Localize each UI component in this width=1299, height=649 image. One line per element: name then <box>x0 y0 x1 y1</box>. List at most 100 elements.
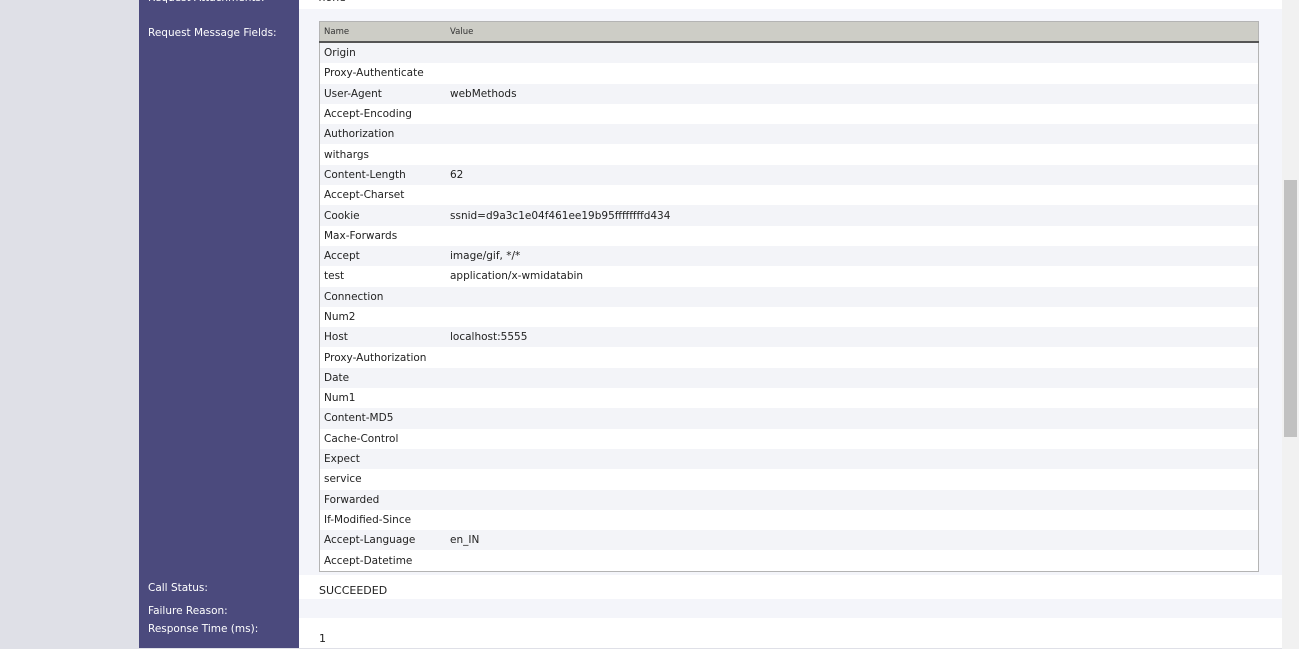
field-name-cell: Forwarded <box>319 489 446 510</box>
field-name-cell: Cookie <box>319 205 446 226</box>
field-name-cell: User-Agent <box>319 83 446 104</box>
field-name-cell: Content-MD5 <box>319 408 446 429</box>
response-time-value: 1 <box>299 617 1282 648</box>
field-name-cell: Connection <box>319 286 446 307</box>
field-value-cell: localhost:5555 <box>446 327 1259 348</box>
field-value-cell <box>446 42 1259 64</box>
table-row: Date <box>319 367 1259 389</box>
field-name-cell: Accept-Charset <box>319 185 446 206</box>
table-row: test application/x-wmidatabin <box>319 266 1259 287</box>
vertical-scrollbar[interactable] <box>1282 0 1299 649</box>
table-row: Authorization <box>319 124 1259 145</box>
column-header-name: Name <box>319 21 446 43</box>
field-value-cell <box>446 448 1259 470</box>
field-name-cell: Max-Forwards <box>319 225 446 246</box>
request-fields-table: Name Value Origin Proxy-Authenticate User-… <box>319 21 1259 572</box>
table-row: Accept-Language en_IN <box>319 530 1259 551</box>
request-message-fields-row: Request Message Fields: Name Value Origi… <box>139 9 1282 575</box>
table-row: Max-Forwards <box>319 225 1259 246</box>
table-row: Origin <box>319 42 1259 64</box>
field-value-cell: image/gif, */* <box>446 245 1259 267</box>
field-value-cell <box>446 509 1259 531</box>
details-panel: Request Attachments: none Request Messag… <box>139 0 1282 648</box>
table-row: Proxy-Authenticate <box>319 63 1259 84</box>
field-value-cell <box>446 489 1259 510</box>
failure-reason-row: Failure Reason: <box>139 598 1282 618</box>
field-name-cell: Accept-Datetime <box>319 550 446 572</box>
field-name-cell: Date <box>319 367 446 389</box>
field-name-cell: Num1 <box>319 388 446 409</box>
table-row: withargs <box>319 144 1259 165</box>
field-value-cell <box>446 124 1259 145</box>
table-row: Accept-Encoding <box>319 103 1259 125</box>
request-fields-body: Origin Proxy-Authenticate User-Agent webMet… <box>319 42 1259 572</box>
field-value-cell: 62 <box>446 164 1259 186</box>
field-value-cell <box>446 428 1259 449</box>
failure-reason-label: Failure Reason: <box>139 598 299 618</box>
call-status-row: Call Status: SUCCEEDED <box>139 574 1282 599</box>
table-row: Connection <box>319 286 1259 307</box>
response-time-label: Response Time (ms): <box>139 617 299 648</box>
call-status-value: SUCCEEDED <box>299 574 1282 599</box>
table-row: Content-Length 62 <box>319 164 1259 186</box>
field-value-cell <box>446 286 1259 307</box>
scrollbar-thumb[interactable] <box>1284 180 1297 437</box>
table-row: Expect <box>319 448 1259 470</box>
field-name-cell: Host <box>319 327 446 348</box>
field-name-cell: If-Modified-Since <box>319 509 446 531</box>
request-attachments-row: Request Attachments: none <box>139 0 1282 9</box>
field-value-cell: en_IN <box>446 530 1259 551</box>
field-name-cell: Content-Length <box>319 164 446 186</box>
field-name-cell: Accept-Encoding <box>319 103 446 125</box>
field-name-cell: Authorization <box>319 124 446 145</box>
table-row: Cache-Control <box>319 428 1259 449</box>
table-row: Cookie ssnid=d9a3c1e04f461ee19b95ffffffff… <box>319 205 1259 226</box>
field-value-cell <box>446 63 1259 84</box>
table-row: Proxy-Authorization <box>319 347 1259 368</box>
field-name-cell: Proxy-Authenticate <box>319 63 446 84</box>
field-value-cell <box>446 469 1259 490</box>
request-attachments-label: Request Attachments: <box>139 0 299 9</box>
field-name-cell: withargs <box>319 144 446 165</box>
table-row: Num1 <box>319 388 1259 409</box>
response-time-row: Response Time (ms): 1 <box>139 617 1282 648</box>
field-value-cell <box>446 144 1259 165</box>
field-value-cell: application/x-wmidatabin <box>446 266 1259 287</box>
page: Request Attachments: none Request Messag… <box>0 0 1299 649</box>
field-name-cell: Origin <box>319 42 446 64</box>
table-row: If-Modified-Since <box>319 509 1259 531</box>
table-header-row: Name Value <box>319 21 1259 43</box>
table-row: Num2 <box>319 306 1259 328</box>
table-row: Accept-Datetime <box>319 550 1259 572</box>
table-row: User-Agent webMethods <box>319 83 1259 104</box>
field-name-cell: service <box>319 469 446 490</box>
field-value-cell <box>446 388 1259 409</box>
field-name-cell: test <box>319 266 446 287</box>
table-row: Forwarded <box>319 489 1259 510</box>
field-name-cell: Proxy-Authorization <box>319 347 446 368</box>
column-header-value: Value <box>446 21 1259 43</box>
field-value-cell <box>446 347 1259 368</box>
field-name-cell: Accept <box>319 245 446 267</box>
request-message-fields-value: Name Value Origin Proxy-Authenticate User-… <box>299 9 1282 575</box>
field-value-cell <box>446 550 1259 572</box>
field-name-cell: Expect <box>319 448 446 470</box>
table-row: Accept image/gif, */* <box>319 245 1259 267</box>
field-value-cell <box>446 103 1259 125</box>
field-value-cell <box>446 367 1259 389</box>
table-row: Content-MD5 <box>319 408 1259 429</box>
failure-reason-value <box>299 598 1282 618</box>
field-value-cell: webMethods <box>446 83 1259 104</box>
field-name-cell: Accept-Language <box>319 530 446 551</box>
field-value-cell <box>446 306 1259 328</box>
field-name-cell: Cache-Control <box>319 428 446 449</box>
call-status-label: Call Status: <box>139 574 299 599</box>
field-value-cell <box>446 185 1259 206</box>
request-attachments-value: none <box>299 0 1282 9</box>
field-value-cell <box>446 408 1259 429</box>
table-row: service <box>319 469 1259 490</box>
request-message-fields-label: Request Message Fields: <box>139 9 299 575</box>
field-value-cell <box>446 225 1259 246</box>
field-name-cell: Num2 <box>319 306 446 328</box>
field-value-cell: ssnid=d9a3c1e04f461ee19b95ffffffffd434 <box>446 205 1259 226</box>
